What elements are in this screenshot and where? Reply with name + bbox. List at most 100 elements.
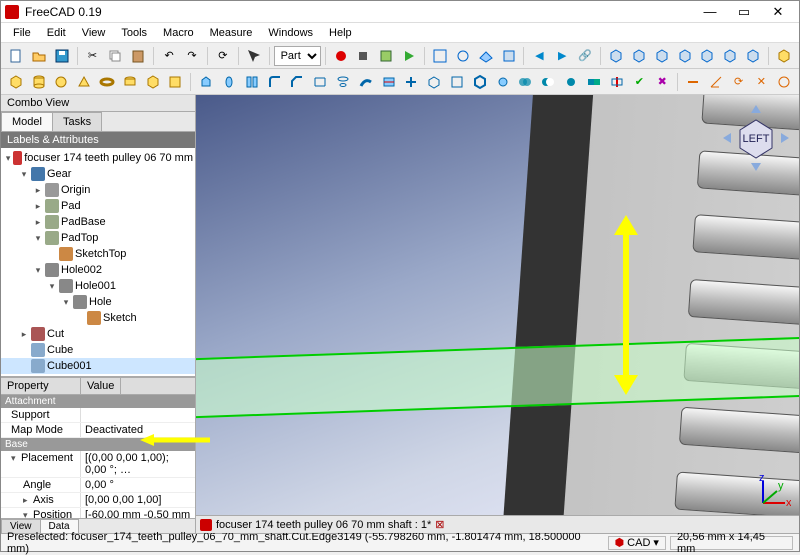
measure-icon[interactable]	[773, 45, 795, 67]
part-sphere-icon[interactable]	[51, 71, 73, 93]
part-section-icon[interactable]	[378, 71, 400, 93]
prop-row-axis[interactable]: ▸Axis[0,00 0,00 1,00]	[1, 493, 195, 508]
prop-row-placement[interactable]: ▾Placement[(0,00 0,00 1,00); 0,00 °; …	[1, 451, 195, 478]
navigation-cube[interactable]: LEFT	[721, 103, 791, 173]
part-cross-icon[interactable]	[401, 71, 423, 93]
maximize-button[interactable]: ▭	[727, 2, 761, 22]
macro-record-icon[interactable]	[330, 45, 352, 67]
bottom-view-icon[interactable]	[719, 45, 741, 67]
whatsthis-icon[interactable]	[243, 45, 265, 67]
menu-tools[interactable]: Tools	[113, 25, 155, 41]
tab-tasks[interactable]: Tasks	[52, 112, 102, 131]
prop-row-support[interactable]: Support	[1, 408, 195, 423]
paste-icon[interactable]	[127, 45, 149, 67]
part-loft-icon[interactable]	[332, 71, 354, 93]
fit-selection-icon[interactable]	[452, 45, 474, 67]
copy-icon[interactable]	[104, 45, 126, 67]
top-view-icon[interactable]	[651, 45, 673, 67]
tree-item-padbase[interactable]: ▸PadBase	[1, 214, 195, 230]
tree-item-origin[interactable]: ▸Origin	[1, 182, 195, 198]
redo-icon[interactable]: ↷	[181, 45, 203, 67]
part-common-icon[interactable]	[560, 71, 582, 93]
measure-refresh-icon[interactable]: ⟳	[728, 71, 750, 93]
tree-item-padtop[interactable]: ▾PadTop	[1, 230, 195, 246]
tree-item-gear[interactable]: ▾Gear	[1, 166, 195, 182]
part-projection-icon[interactable]	[492, 71, 514, 93]
part-ruled-icon[interactable]	[309, 71, 331, 93]
nav-right-icon[interactable]: ▶	[551, 45, 573, 67]
part-cone-icon[interactable]	[73, 71, 95, 93]
property-table[interactable]: AttachmentSupportMap ModeDeactivatedBase…	[1, 395, 195, 518]
tree-item-cube001[interactable]: Cube001	[1, 358, 195, 374]
menu-edit[interactable]: Edit	[39, 25, 74, 41]
left-view-icon[interactable]	[742, 45, 764, 67]
front-view-icon[interactable]	[628, 45, 650, 67]
document-tab[interactable]: focuser 174 teeth pulley 06 70 mm shaft …	[216, 519, 431, 531]
tree-item-sketch[interactable]: Sketch	[1, 310, 195, 326]
menu-file[interactable]: File	[5, 25, 39, 41]
menu-view[interactable]: View	[74, 25, 114, 41]
prop-row-map-mode[interactable]: Map ModeDeactivated	[1, 423, 195, 438]
part-join-icon[interactable]	[583, 71, 605, 93]
part-builder-icon[interactable]	[165, 71, 187, 93]
part-offset3d-icon[interactable]	[423, 71, 445, 93]
macro-play-icon[interactable]	[398, 45, 420, 67]
tree-item-cut[interactable]: ▸Cut	[1, 326, 195, 342]
new-file-icon[interactable]	[5, 45, 27, 67]
tree-item-focuser-174-teeth-pulley-06-70-mm[interactable]: ▾focuser 174 teeth pulley 06 70 mm	[1, 150, 195, 166]
rear-view-icon[interactable]	[696, 45, 718, 67]
prop-row-angle[interactable]: Angle0,00 °	[1, 478, 195, 493]
minimize-button[interactable]: ―	[693, 2, 727, 22]
open-file-icon[interactable]	[28, 45, 50, 67]
part-mirror-icon[interactable]	[241, 71, 263, 93]
tree-item-sketchtop[interactable]: SketchTop	[1, 246, 195, 262]
save-icon[interactable]	[51, 45, 73, 67]
tree-item-hole001[interactable]: ▾Hole001	[1, 278, 195, 294]
part-extrude-icon[interactable]	[195, 71, 217, 93]
menu-macro[interactable]: Macro	[155, 25, 202, 41]
part-split-icon[interactable]	[606, 71, 628, 93]
right-view-icon[interactable]	[674, 45, 696, 67]
link-icon[interactable]: 🔗	[574, 45, 596, 67]
macro-stop-icon[interactable]	[352, 45, 374, 67]
menu-measure[interactable]: Measure	[202, 25, 261, 41]
part-cylinder-icon[interactable]	[28, 71, 50, 93]
macro-list-icon[interactable]	[375, 45, 397, 67]
part-union-icon[interactable]	[515, 71, 537, 93]
part-torus-icon[interactable]	[96, 71, 118, 93]
part-sweep-icon[interactable]	[355, 71, 377, 93]
part-cube-icon[interactable]	[5, 71, 27, 93]
part-revolve-icon[interactable]	[218, 71, 240, 93]
part-thickness-icon[interactable]	[469, 71, 491, 93]
close-button[interactable]: ✕	[761, 2, 795, 22]
part-primitives-icon[interactable]	[142, 71, 164, 93]
doc-tab-close-icon[interactable]: ⊠	[435, 518, 444, 531]
part-defeature-icon[interactable]: ✖	[651, 71, 673, 93]
measure-linear-icon[interactable]	[682, 71, 704, 93]
3d-view[interactable]: LEFT x z y focuser 174 teeth pulley 06 7…	[196, 95, 799, 533]
part-fillet-icon[interactable]	[264, 71, 286, 93]
menu-help[interactable]: Help	[321, 25, 360, 41]
measure-clear-icon[interactable]: ✕	[750, 71, 772, 93]
part-check-icon[interactable]: ✔	[629, 71, 651, 93]
draw-style-icon[interactable]	[475, 45, 497, 67]
menu-windows[interactable]: Windows	[260, 25, 321, 41]
cut-icon[interactable]: ✂	[82, 45, 104, 67]
model-tree[interactable]: ▾focuser 174 teeth pulley 06 70 mm▾Gear▸…	[1, 148, 195, 377]
measure-angular-icon[interactable]	[705, 71, 727, 93]
bounding-box-icon[interactable]	[498, 45, 520, 67]
tree-item-hole[interactable]: ▾Hole	[1, 294, 195, 310]
tree-item-pad[interactable]: ▸Pad	[1, 198, 195, 214]
part-cut-icon[interactable]	[537, 71, 559, 93]
fit-all-icon[interactable]	[429, 45, 451, 67]
part-chamfer-icon[interactable]	[287, 71, 309, 93]
measure-toggle-icon[interactable]	[773, 71, 795, 93]
tree-item-hole002[interactable]: ▾Hole002	[1, 262, 195, 278]
iso-view-icon[interactable]	[605, 45, 627, 67]
refresh-icon[interactable]: ⟳	[212, 45, 234, 67]
prop-row-position[interactable]: ▾Position[-60,00 mm -0,50 mm …	[1, 508, 195, 518]
tree-item-cube[interactable]: Cube	[1, 342, 195, 358]
part-tube-icon[interactable]	[119, 71, 141, 93]
part-offset2d-icon[interactable]	[446, 71, 468, 93]
workbench-select[interactable]: Part	[274, 46, 321, 66]
